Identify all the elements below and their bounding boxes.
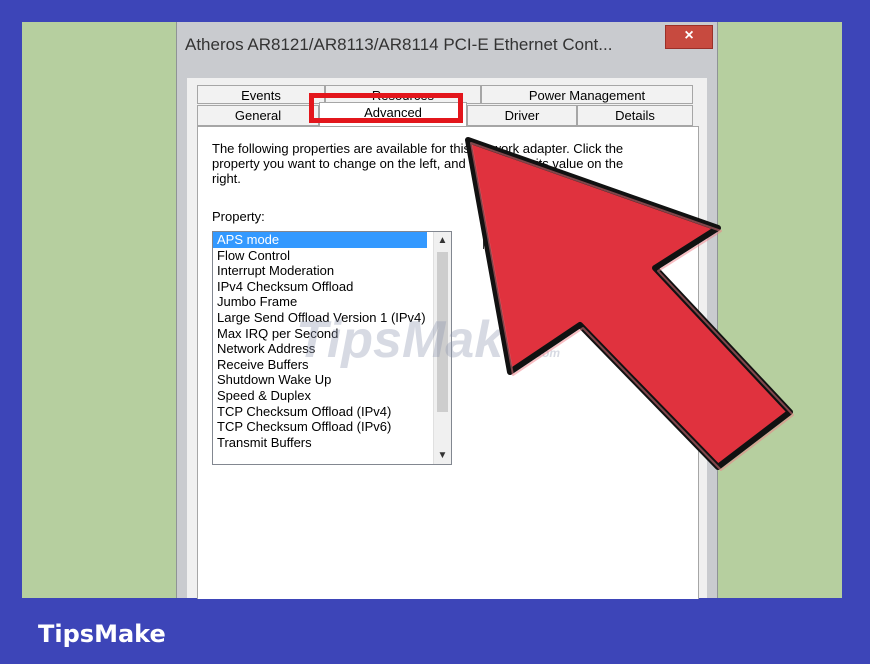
pointer-arrow-icon — [465, 137, 794, 471]
brand-logo: TipsMake — [38, 620, 166, 648]
